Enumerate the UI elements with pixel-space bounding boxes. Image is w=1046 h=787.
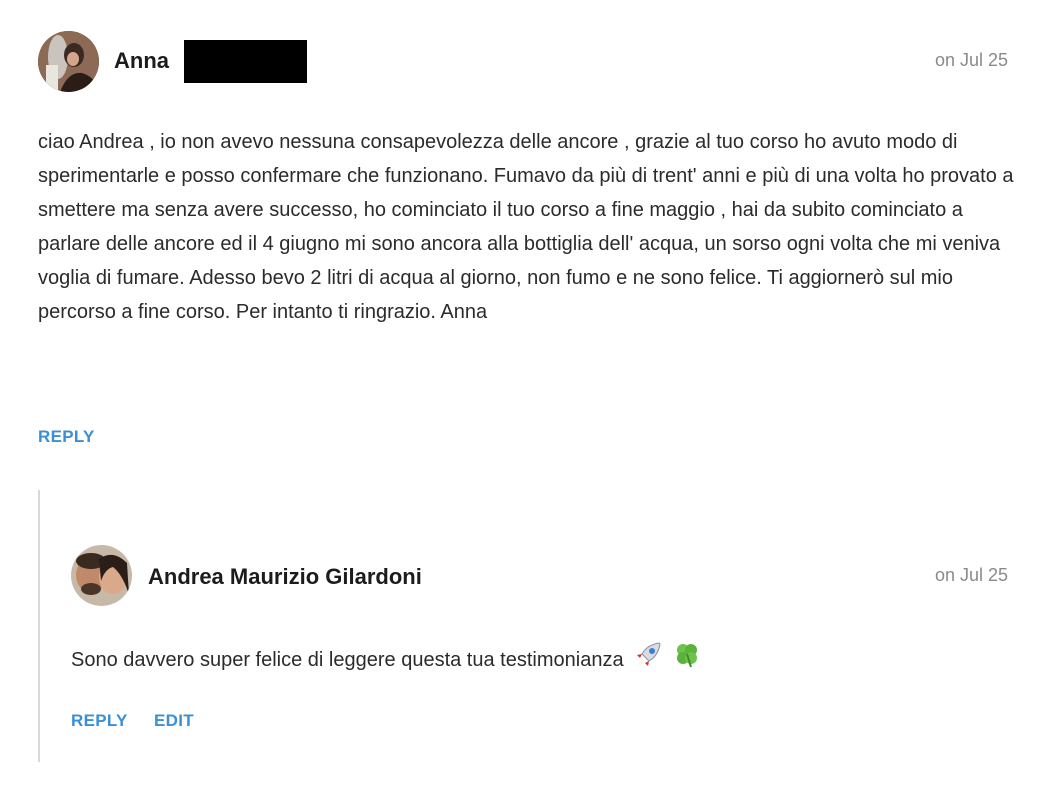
- reply-button[interactable]: REPLY: [71, 711, 128, 731]
- reply-author[interactable]: Andrea Maurizio Gilardoni: [148, 564, 422, 590]
- comment-date[interactable]: on Jul 25: [935, 50, 1008, 71]
- comment-author[interactable]: Anna: [114, 48, 169, 74]
- reply-button[interactable]: REPLY: [38, 427, 95, 447]
- rocket-icon: [633, 641, 663, 680]
- avatar[interactable]: [38, 31, 99, 92]
- edit-button[interactable]: EDIT: [154, 711, 194, 731]
- redacted-name-block: [184, 40, 307, 83]
- reply-body-text: Sono davvero super felice di leggere que…: [71, 648, 624, 671]
- four-leaf-clover-icon: [673, 641, 701, 680]
- avatar[interactable]: [71, 545, 132, 606]
- comment-body: ciao Andrea , io non avevo nessuna consa…: [38, 131, 1014, 323]
- reply-thread-line: [38, 490, 40, 762]
- reply-body: Sono davvero super felice di leggere que…: [71, 641, 1021, 680]
- reply-date[interactable]: on Jul 25: [935, 565, 1008, 586]
